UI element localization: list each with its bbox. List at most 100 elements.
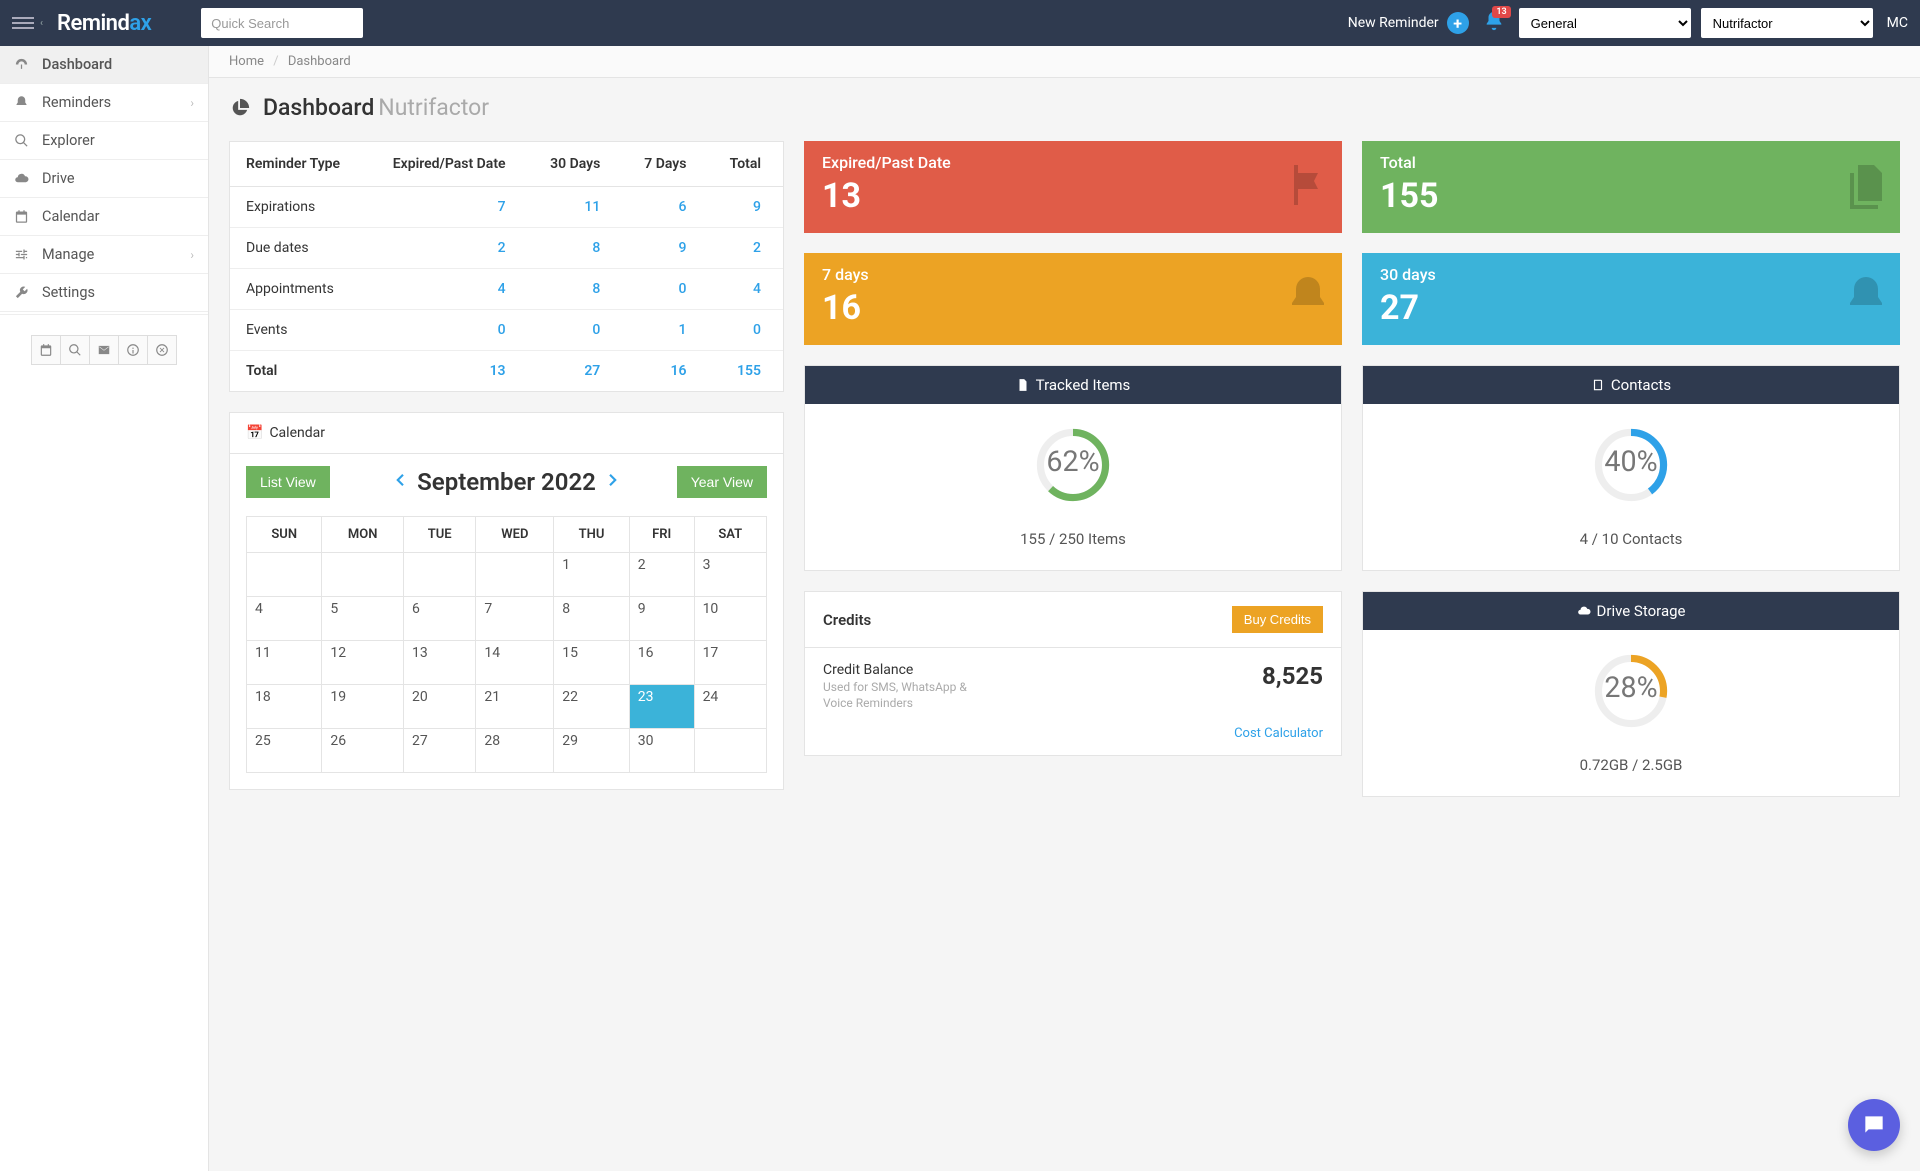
calendar-day[interactable]: 7 xyxy=(476,597,554,641)
table-value-link[interactable]: 1 xyxy=(679,322,687,338)
calendar-day[interactable]: 21 xyxy=(476,685,554,729)
card-expired[interactable]: Expired/Past Date 13 xyxy=(804,141,1342,233)
user-initials[interactable]: MC xyxy=(1887,15,1908,31)
new-reminder-button[interactable]: New Reminder + xyxy=(1348,12,1469,34)
calendar-day[interactable]: 17 xyxy=(694,641,766,685)
calendar-day xyxy=(476,553,554,597)
cloud-icon xyxy=(1577,604,1591,618)
tool-mail-icon[interactable] xyxy=(89,335,119,365)
credit-balance-value: 8,525 xyxy=(1262,662,1323,690)
calendar-day[interactable]: 4 xyxy=(247,597,322,641)
account-select[interactable]: Nutrifactor xyxy=(1701,8,1873,38)
credits-panel: Credits Buy Credits Credit Balance Used … xyxy=(804,591,1342,756)
calendar-day[interactable]: 30 xyxy=(629,729,694,773)
calendar-day[interactable]: 13 xyxy=(403,641,475,685)
table-value-link[interactable]: 8 xyxy=(592,281,600,297)
calendar-day[interactable]: 6 xyxy=(403,597,475,641)
view-type-select[interactable]: General xyxy=(1519,8,1691,38)
calendar-day[interactable]: 20 xyxy=(403,685,475,729)
table-header: Total xyxy=(708,142,783,187)
sidebar-item-manage[interactable]: Manage› xyxy=(0,236,208,274)
sidebar-item-calendar[interactable]: Calendar xyxy=(0,198,208,236)
breadcrumb-home[interactable]: Home xyxy=(229,54,264,69)
calendar-day xyxy=(403,553,475,597)
calendar-day[interactable]: 3 xyxy=(694,553,766,597)
sidebar-item-reminders[interactable]: Reminders› xyxy=(0,84,208,122)
notifications-button[interactable]: 13 xyxy=(1483,10,1505,36)
search-wrap xyxy=(201,8,363,38)
card-total[interactable]: Total 155 xyxy=(1362,141,1900,233)
sidebar-item-explorer[interactable]: Explorer xyxy=(0,122,208,160)
table-value-link[interactable]: 0 xyxy=(592,322,600,338)
notification-badge: 13 xyxy=(1492,6,1510,18)
breadcrumb: Home / Dashboard xyxy=(209,46,1920,78)
credit-balance-label: Credit Balance xyxy=(823,662,993,678)
calendar-day[interactable]: 10 xyxy=(694,597,766,641)
calendar-day[interactable]: 25 xyxy=(247,729,322,773)
chevron-right-icon: › xyxy=(190,248,194,262)
calendar-day[interactable]: 2 xyxy=(629,553,694,597)
calendar-day[interactable]: 28 xyxy=(476,729,554,773)
calendar-day[interactable]: 29 xyxy=(554,729,629,773)
calendar-day[interactable]: 12 xyxy=(322,641,404,685)
cost-calculator-link[interactable]: Cost Calculator xyxy=(1234,726,1323,741)
logo[interactable]: Remindax xyxy=(57,11,151,36)
table-value-link[interactable]: 11 xyxy=(584,199,600,215)
table-value-link[interactable]: 9 xyxy=(679,240,687,256)
calendar-month-label: September 2022 xyxy=(417,468,596,496)
table-value-link[interactable]: 2 xyxy=(753,240,761,256)
tool-calendar-icon[interactable] xyxy=(31,335,61,365)
table-value-link[interactable]: 4 xyxy=(498,281,506,297)
calendar-day[interactable]: 9 xyxy=(629,597,694,641)
search-input[interactable] xyxy=(201,8,363,38)
calendar-day[interactable]: 11 xyxy=(247,641,322,685)
table-header: 7 Days xyxy=(622,142,708,187)
next-month-button[interactable] xyxy=(604,471,622,493)
calendar-day[interactable]: 14 xyxy=(476,641,554,685)
tool-close-icon[interactable] xyxy=(147,335,177,365)
calendar-day[interactable]: 23 xyxy=(629,685,694,729)
cloud-icon xyxy=(14,171,32,186)
sidebar-item-dashboard[interactable]: Dashboard xyxy=(0,46,208,84)
calendar-day[interactable]: 24 xyxy=(694,685,766,729)
card-7days[interactable]: 7 days 16 xyxy=(804,253,1342,345)
buy-credits-button[interactable]: Buy Credits xyxy=(1232,606,1323,633)
calendar-day xyxy=(694,729,766,773)
calendar-day[interactable]: 8 xyxy=(554,597,629,641)
calendar-day[interactable]: 5 xyxy=(322,597,404,641)
table-row: Events0010 xyxy=(230,310,783,351)
tool-info-icon[interactable] xyxy=(118,335,148,365)
bell-icon xyxy=(1284,273,1332,325)
calendar-day[interactable]: 27 xyxy=(403,729,475,773)
table-value-link[interactable]: 7 xyxy=(498,199,506,215)
table-value-link[interactable]: 0 xyxy=(498,322,506,338)
chevron-right-icon: › xyxy=(190,96,194,110)
collapse-arrow-icon[interactable]: ‹ xyxy=(40,18,43,29)
calendar-day[interactable]: 1 xyxy=(554,553,629,597)
calendar-day[interactable]: 16 xyxy=(629,641,694,685)
year-view-button[interactable]: Year View xyxy=(677,466,767,498)
list-view-button[interactable]: List View xyxy=(246,466,330,498)
table-value-link[interactable]: 0 xyxy=(753,322,761,338)
table-value-link[interactable]: 6 xyxy=(679,199,687,215)
page-title: Dashboard xyxy=(263,94,374,121)
sidebar-item-settings[interactable]: Settings xyxy=(0,274,208,312)
card-30days[interactable]: 30 days 27 xyxy=(1362,253,1900,345)
table-value-link[interactable]: 9 xyxy=(753,199,761,215)
tool-search-icon[interactable] xyxy=(60,335,90,365)
table-value-link[interactable]: 0 xyxy=(679,281,687,297)
table-value-link[interactable]: 2 xyxy=(498,240,506,256)
prev-month-button[interactable] xyxy=(391,471,409,493)
menu-toggle[interactable] xyxy=(12,17,34,29)
table-value-link[interactable]: 8 xyxy=(592,240,600,256)
sidebar-item-drive[interactable]: Drive xyxy=(0,160,208,198)
table-value-link[interactable]: 4 xyxy=(753,281,761,297)
calendar-dow: TUE xyxy=(403,517,475,553)
calendar-day[interactable]: 19 xyxy=(322,685,404,729)
calendar-day[interactable]: 15 xyxy=(554,641,629,685)
calendar-day[interactable]: 18 xyxy=(247,685,322,729)
calendar-day[interactable]: 22 xyxy=(554,685,629,729)
chat-widget[interactable] xyxy=(1848,1099,1900,1151)
calendar-dow: WED xyxy=(476,517,554,553)
calendar-day[interactable]: 26 xyxy=(322,729,404,773)
